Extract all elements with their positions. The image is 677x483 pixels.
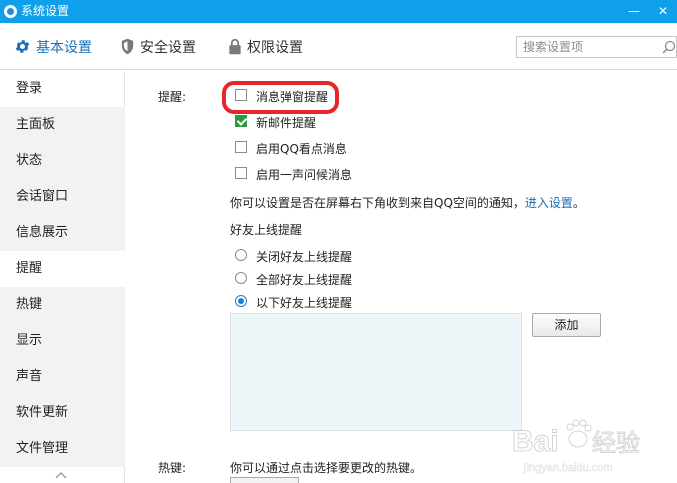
friend-online-off-radio[interactable] [235,249,247,261]
title-bar: 系统设置 — ✕ [0,0,677,23]
qzone-notice: 你可以设置是否在屏幕右下角收到来自QQ空间的通知，进入设置。 [230,194,585,211]
settings-sidebar: 登录 主面板 状态 会话窗口 信息展示 提醒 热键 显示 声音 软件更新 文件管… [0,71,125,483]
sidebar-item-label: 登录 [16,81,43,96]
baidu-paw-logo: Bai 经验 jingyan.baidu.com [512,419,641,474]
tab-permission-label: 权限设置 [247,39,303,56]
friend-online-all-radio[interactable] [235,272,247,284]
sidebar-item-label: 状态 [16,153,43,168]
qq-app-icon [4,5,17,18]
tab-basic-label: 基本设置 [36,39,92,56]
hotkey-description: 你可以通过点击选择要更改的热键。 [230,461,423,475]
window-title: 系统设置 [21,4,70,18]
friend-online-off-label: 关闭好友上线提醒 [256,250,353,264]
shield-icon [121,38,134,55]
sidebar-item-label: 声音 [16,369,43,384]
baidu-jingyan-watermark: Bai 经验 jingyan.baidu.com [510,415,670,477]
enter-settings-link[interactable]: 进入设置 [525,196,573,210]
sidebar-item-status[interactable]: 状态 [0,143,125,179]
sidebar-item-software-update[interactable]: 软件更新 [0,395,125,431]
greeting-label: 启用一声问候消息 [256,168,353,182]
add-friend-button[interactable]: 添加 [532,313,601,337]
sidebar-item-label: 信息展示 [16,225,69,240]
new-mail-checkbox[interactable] [235,115,247,127]
search-input[interactable] [523,39,653,55]
tab-permission-settings[interactable]: 权限设置 [228,23,303,70]
sidebar-item-info-display[interactable]: 信息展示 [0,215,125,251]
chevron-up-icon[interactable] [55,471,67,479]
sidebar-item-label: 热键 [16,297,43,312]
friend-online-all-label: 全部好友上线提醒 [256,273,353,287]
sidebar-item-display[interactable]: 显示 [0,323,125,359]
gear-icon [15,40,30,53]
sidebar-item-login[interactable]: 登录 [0,71,125,107]
hotkey-section-label: 热键: [158,461,187,475]
sidebar-item-chat-window[interactable]: 会话窗口 [0,179,125,215]
sidebar-item-hotkeys[interactable]: 热键 [0,287,125,323]
svg-text:Bai: Bai [512,425,559,458]
hotkey-button[interactable] [230,477,299,483]
tab-security-label: 安全设置 [140,39,196,56]
settings-toolbar: 基本设置 安全设置 权限设置 [0,23,677,70]
sidebar-item-file-management[interactable]: 文件管理 [0,431,125,467]
qq-kandian-label: 启用QQ看点消息 [256,142,347,156]
sidebar-item-label: 主面板 [16,117,56,132]
search-icon[interactable] [662,40,676,54]
greeting-checkbox[interactable] [235,167,247,179]
friend-list-box[interactable] [230,313,522,431]
sidebar-item-label: 显示 [16,333,43,348]
watermark-cn: 经验 [592,429,640,457]
highlight-annotation [222,81,339,114]
friend-online-selected-label: 以下好友上线提醒 [256,296,353,310]
friend-online-selected-radio[interactable] [235,295,247,307]
new-mail-label: 新邮件提醒 [256,116,317,130]
tab-basic-settings[interactable]: 基本设置 [14,23,92,70]
qzone-notice-end: 。 [572,196,585,210]
sidebar-item-label: 会话窗口 [16,189,69,204]
tab-security-settings[interactable]: 安全设置 [120,23,196,70]
lock-icon [229,38,241,55]
search-box[interactable] [516,36,677,58]
sidebar-item-label: 软件更新 [16,405,69,420]
watermark-url: jingyan.baidu.com [523,462,613,474]
qq-kandian-checkbox[interactable] [235,141,247,153]
sidebar-item-reminder[interactable]: 提醒 [0,251,125,287]
close-button[interactable]: ✕ [649,0,677,23]
sidebar-item-main-panel[interactable]: 主面板 [0,107,125,143]
reminder-section-label: 提醒: [158,90,187,104]
sidebar-item-sound[interactable]: 声音 [0,359,125,395]
friend-online-heading: 好友上线提醒 [230,223,303,237]
qzone-notice-text: 你可以设置是否在屏幕右下角收到来自QQ空间的通知， [230,196,525,210]
sidebar-item-label: 文件管理 [16,441,69,456]
minimize-button[interactable]: — [620,0,648,23]
sidebar-item-label: 提醒 [16,261,43,276]
